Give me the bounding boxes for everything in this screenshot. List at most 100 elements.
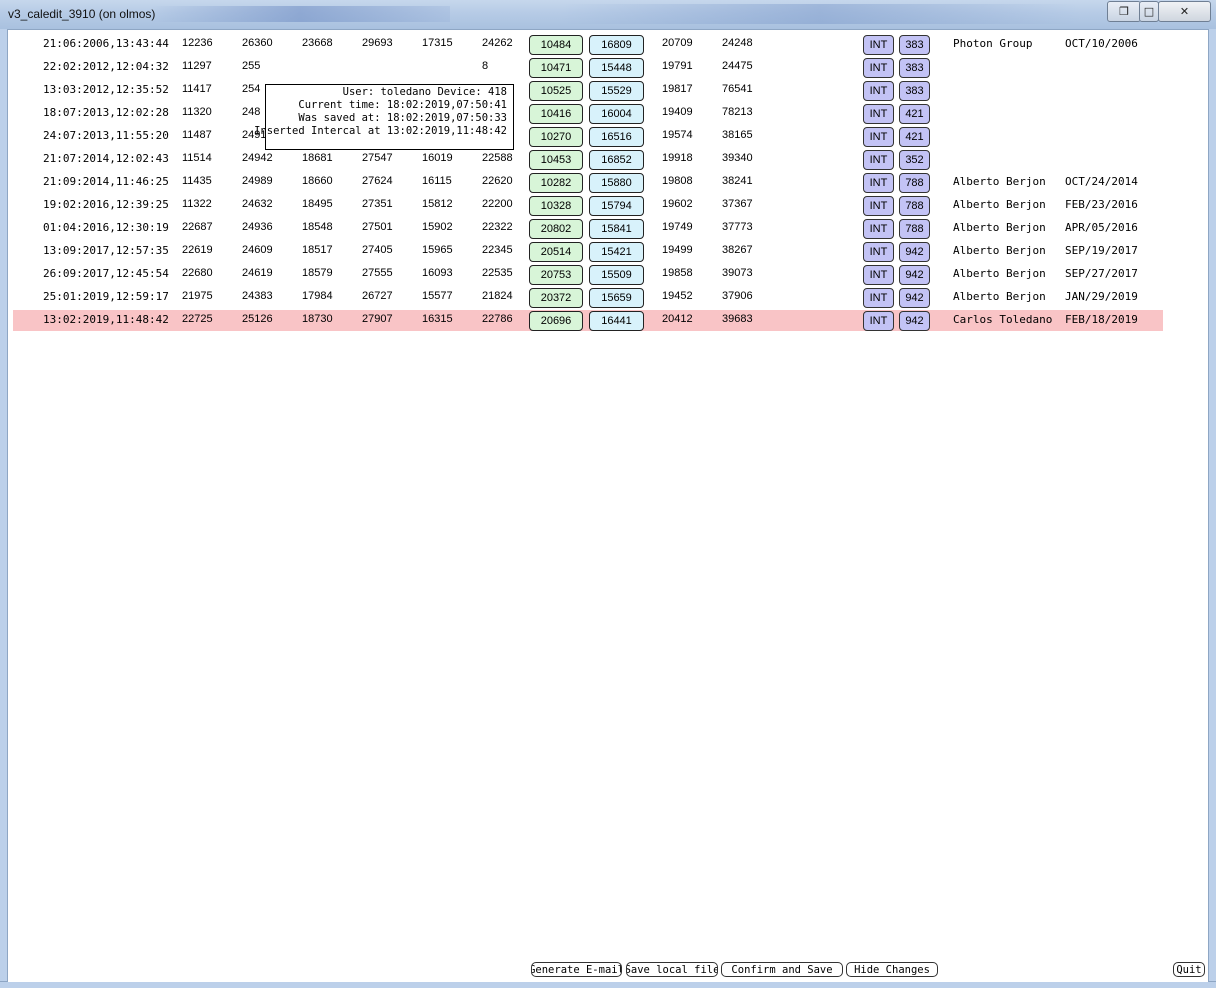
value-cell: 18730 [302, 313, 333, 325]
value-cell: 26727 [362, 290, 393, 302]
table-row[interactable]: 13:02:2019,11:48:42 22725 25126 18730 27907 1… [13, 310, 1163, 331]
value-cell: 18660 [302, 175, 333, 187]
cyan-value-button[interactable]: 15880 [589, 173, 644, 193]
value-cell: 19452 [662, 290, 693, 302]
green-value-button[interactable]: 10484 [529, 35, 583, 55]
green-value-button[interactable]: 10416 [529, 104, 583, 124]
green-value-button[interactable]: 10282 [529, 173, 583, 193]
device-button[interactable]: 383 [899, 58, 930, 78]
int-button[interactable]: INT [863, 288, 894, 308]
window-frame-bottom [0, 981, 1216, 988]
int-button[interactable]: INT [863, 150, 894, 170]
restore-icon: ❐ [1119, 5, 1129, 18]
cyan-value-button[interactable]: 16004 [589, 104, 644, 124]
operator-cell: Alberto Berjon [953, 198, 1046, 211]
table-row[interactable]: 21:07:2014,12:02:43 11514 24942 18681 27547 1… [13, 149, 1163, 170]
restore-button[interactable]: ❐ [1107, 1, 1141, 22]
green-value-button[interactable]: 20696 [529, 311, 583, 331]
generate-email-button[interactable]: Generate E-mail [531, 962, 622, 977]
device-button[interactable]: 942 [899, 288, 930, 308]
value-cell: 17315 [422, 37, 453, 49]
operator-cell: Alberto Berjon [953, 267, 1046, 280]
value-cell: 29693 [362, 37, 393, 49]
device-button[interactable]: 421 [899, 104, 930, 124]
device-button[interactable]: 942 [899, 311, 930, 331]
int-button[interactable]: INT [863, 219, 894, 239]
device-button[interactable]: 788 [899, 173, 930, 193]
green-value-button[interactable]: 10270 [529, 127, 583, 147]
int-button[interactable]: INT [863, 265, 894, 285]
operator-cell: Photon Group [953, 37, 1033, 50]
device-button[interactable]: 788 [899, 219, 930, 239]
cyan-value-button[interactable]: 15841 [589, 219, 644, 239]
cyan-value-button[interactable]: 15794 [589, 196, 644, 216]
green-value-button[interactable]: 10328 [529, 196, 583, 216]
green-value-button[interactable]: 10453 [529, 150, 583, 170]
value-cell: 11514 [182, 152, 212, 164]
cyan-value-button[interactable]: 15421 [589, 242, 644, 262]
timestamp-cell: 13:09:2017,12:57:35 [43, 244, 169, 257]
cyan-value-button[interactable]: 15529 [589, 81, 644, 101]
int-button[interactable]: INT [863, 81, 894, 101]
hide-changes-button[interactable]: Hide Changes [846, 962, 938, 977]
value-cell: 15965 [422, 244, 453, 256]
quit-button[interactable]: Quit [1173, 962, 1205, 977]
device-button[interactable]: 383 [899, 81, 930, 101]
table-row[interactable]: 21:06:2006,13:43:44 12236 26360 23668 29693 1… [13, 34, 1163, 55]
operator-cell: Carlos Toledano [953, 313, 1053, 326]
device-button[interactable]: 352 [899, 150, 930, 170]
close-icon: ✕ [1179, 5, 1190, 18]
table-row[interactable]: 18:07:2013,12:02:28113202489194097821310… [13, 103, 1163, 124]
device-button[interactable]: 942 [899, 265, 930, 285]
table-row[interactable]: 22:02:2012,12:04:32 11297 255 8 19791 24475 10… [13, 57, 1163, 78]
int-button[interactable]: INT [863, 173, 894, 193]
table-row[interactable]: 13:03:2012,12:35:52114172547198177654110… [13, 80, 1163, 101]
green-value-button[interactable]: 10525 [529, 81, 583, 101]
int-button[interactable]: INT [863, 127, 894, 147]
int-button[interactable]: INT [863, 311, 894, 331]
table-row[interactable]: 26:09:2017,12:45:54 22680 24619 18579 27555 1… [13, 264, 1163, 285]
cyan-value-button[interactable]: 15509 [589, 265, 644, 285]
int-button[interactable]: INT [863, 196, 894, 216]
value-cell: 19749 [662, 221, 693, 233]
int-button[interactable]: INT [863, 242, 894, 262]
device-button[interactable]: 383 [899, 35, 930, 55]
table-row[interactable]: 25:01:2019,12:59:17 21975 24383 17984 26727 1… [13, 287, 1163, 308]
int-button[interactable]: INT [863, 104, 894, 124]
confirm-and-save-button[interactable]: Confirm and Save [721, 962, 843, 977]
close-button[interactable]: ✕ [1158, 1, 1211, 22]
value-cell: 19409 [662, 106, 693, 118]
value-cell: 39683 [722, 313, 753, 325]
cyan-value-button[interactable]: 15659 [589, 288, 644, 308]
green-value-button[interactable]: 10471 [529, 58, 583, 78]
device-button[interactable]: 942 [899, 242, 930, 262]
value-cell: 78213 [722, 106, 753, 118]
calibration-table: 13:02:2019,11:48:42 22725 25126 18730 27907 1… [8, 30, 1208, 982]
cyan-value-button[interactable]: 16809 [589, 35, 644, 55]
value-cell: 16315 [422, 313, 453, 325]
cyan-value-button[interactable]: 16516 [589, 127, 644, 147]
cyan-value-button[interactable]: 16852 [589, 150, 644, 170]
green-value-button[interactable]: 20372 [529, 288, 583, 308]
green-value-button[interactable]: 20753 [529, 265, 583, 285]
value-cell: 18681 [302, 152, 333, 164]
date-cell: FEB/23/2016 [1065, 198, 1138, 211]
table-row[interactable]: 21:09:2014,11:46:25 11435 24989 18660 27624 1… [13, 172, 1163, 193]
int-button[interactable]: INT [863, 35, 894, 55]
green-value-button[interactable]: 20802 [529, 219, 583, 239]
green-value-button[interactable]: 20514 [529, 242, 583, 262]
value-cell: 24383 [242, 290, 273, 302]
table-row[interactable]: 24:07:2013,11:55:20114872491418778277661… [13, 126, 1163, 147]
value-cell: 24475 [722, 60, 753, 72]
maximize-button[interactable]: □ [1139, 1, 1159, 22]
save-local-file-button[interactable]: Save local file [626, 962, 718, 977]
table-row[interactable]: 01:04:2016,12:30:19 22687 24936 18548 27501 1… [13, 218, 1163, 239]
int-button[interactable]: INT [863, 58, 894, 78]
value-cell: 16093 [422, 267, 453, 279]
cyan-value-button[interactable]: 16441 [589, 311, 644, 331]
cyan-value-button[interactable]: 15448 [589, 58, 644, 78]
table-row[interactable]: 13:09:2017,12:57:35 22619 24609 18517 27405 1… [13, 241, 1163, 262]
device-button[interactable]: 421 [899, 127, 930, 147]
device-button[interactable]: 788 [899, 196, 930, 216]
table-row[interactable]: 19:02:2016,12:39:25 11322 24632 18495 27351 1… [13, 195, 1163, 216]
